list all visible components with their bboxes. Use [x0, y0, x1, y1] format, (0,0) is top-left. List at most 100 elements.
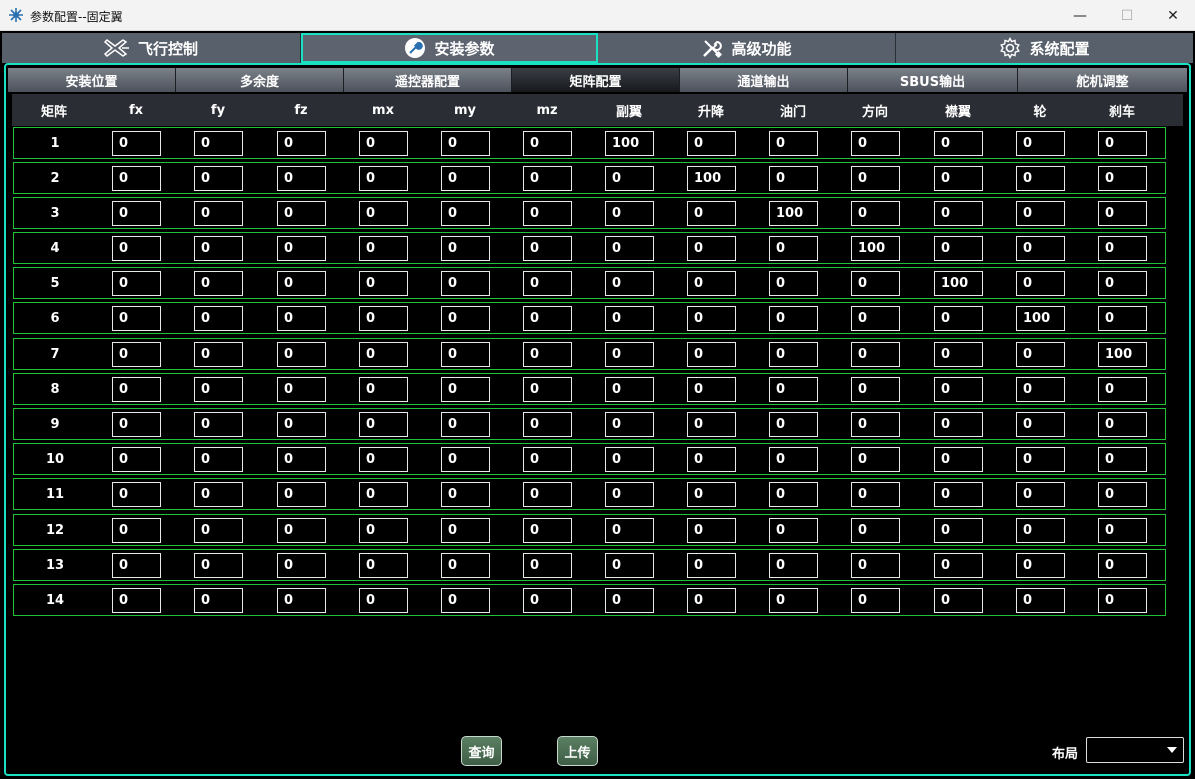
matrix-cell-input[interactable] — [605, 271, 654, 296]
matrix-cell-input[interactable] — [851, 588, 900, 613]
matrix-cell-input[interactable] — [769, 447, 818, 472]
matrix-cell-input[interactable] — [934, 131, 983, 156]
matrix-cell-input[interactable] — [441, 518, 490, 543]
layout-select[interactable] — [1086, 737, 1184, 763]
matrix-cell-input[interactable] — [523, 306, 572, 331]
matrix-cell-input[interactable] — [1098, 412, 1147, 437]
matrix-cell-input[interactable] — [441, 482, 490, 507]
matrix-cell-input[interactable] — [769, 306, 818, 331]
upload-button[interactable]: 上传 — [557, 736, 598, 766]
matrix-cell-input[interactable] — [769, 271, 818, 296]
subtab-servo-adjust[interactable]: 舵机调整 — [1018, 68, 1187, 92]
matrix-cell-input[interactable] — [605, 236, 654, 261]
matrix-cell-input[interactable] — [359, 412, 408, 437]
matrix-cell-input[interactable] — [523, 412, 572, 437]
subtab-install-position[interactable]: 安装位置 — [8, 68, 176, 92]
matrix-cell-input[interactable] — [523, 236, 572, 261]
matrix-cell-input[interactable] — [359, 447, 408, 472]
matrix-cell-input[interactable] — [934, 412, 983, 437]
matrix-cell-input[interactable] — [1098, 342, 1147, 367]
matrix-cell-input[interactable] — [605, 412, 654, 437]
matrix-cell-input[interactable] — [112, 342, 161, 367]
matrix-cell-input[interactable] — [687, 518, 736, 543]
matrix-cell-input[interactable] — [687, 271, 736, 296]
matrix-cell-input[interactable] — [1016, 271, 1065, 296]
matrix-cell-input[interactable] — [687, 412, 736, 437]
subtab-sbus-output[interactable]: SBUS输出 — [848, 68, 1018, 92]
matrix-cell-input[interactable] — [1016, 166, 1065, 191]
matrix-cell-input[interactable] — [934, 447, 983, 472]
matrix-cell-input[interactable] — [1016, 201, 1065, 226]
matrix-cell-input[interactable] — [769, 342, 818, 367]
matrix-cell-input[interactable] — [441, 377, 490, 402]
matrix-cell-input[interactable] — [194, 588, 243, 613]
matrix-cell-input[interactable] — [605, 588, 654, 613]
matrix-cell-input[interactable] — [769, 201, 818, 226]
matrix-cell-input[interactable] — [441, 236, 490, 261]
matrix-cell-input[interactable] — [605, 201, 654, 226]
matrix-cell-input[interactable] — [605, 377, 654, 402]
matrix-cell-input[interactable] — [934, 553, 983, 578]
matrix-cell-input[interactable] — [1098, 588, 1147, 613]
matrix-cell-input[interactable] — [359, 518, 408, 543]
matrix-cell-input[interactable] — [1016, 447, 1065, 472]
matrix-cell-input[interactable] — [277, 412, 326, 437]
matrix-cell-input[interactable] — [277, 482, 326, 507]
matrix-cell-input[interactable] — [194, 166, 243, 191]
matrix-cell-input[interactable] — [1098, 271, 1147, 296]
matrix-cell-input[interactable] — [112, 447, 161, 472]
tab-install-params[interactable]: 安装参数 — [301, 33, 598, 63]
close-button[interactable]: ✕ — [1150, 0, 1195, 31]
matrix-cell-input[interactable] — [851, 482, 900, 507]
matrix-cell-input[interactable] — [769, 236, 818, 261]
subtab-rc-config[interactable]: 遥控器配置 — [344, 68, 512, 92]
matrix-cell-input[interactable] — [769, 412, 818, 437]
matrix-cell-input[interactable] — [851, 236, 900, 261]
matrix-cell-input[interactable] — [359, 271, 408, 296]
matrix-cell-input[interactable] — [851, 271, 900, 296]
matrix-cell-input[interactable] — [851, 553, 900, 578]
query-button[interactable]: 查询 — [461, 736, 502, 766]
matrix-cell-input[interactable] — [112, 201, 161, 226]
matrix-cell-input[interactable] — [1098, 131, 1147, 156]
matrix-cell-input[interactable] — [112, 588, 161, 613]
matrix-cell-input[interactable] — [769, 553, 818, 578]
matrix-cell-input[interactable] — [769, 166, 818, 191]
matrix-cell-input[interactable] — [441, 588, 490, 613]
matrix-cell-input[interactable] — [851, 342, 900, 367]
matrix-cell-input[interactable] — [194, 377, 243, 402]
matrix-cell-input[interactable] — [1098, 236, 1147, 261]
matrix-cell-input[interactable] — [769, 482, 818, 507]
matrix-cell-input[interactable] — [277, 271, 326, 296]
matrix-cell-input[interactable] — [605, 166, 654, 191]
matrix-cell-input[interactable] — [934, 588, 983, 613]
matrix-cell-input[interactable] — [441, 447, 490, 472]
matrix-cell-input[interactable] — [934, 271, 983, 296]
subtab-matrix-config[interactable]: 矩阵配置 — [512, 68, 680, 92]
matrix-cell-input[interactable] — [277, 306, 326, 331]
matrix-cell-input[interactable] — [194, 201, 243, 226]
matrix-cell-input[interactable] — [1016, 131, 1065, 156]
matrix-cell-input[interactable] — [359, 306, 408, 331]
matrix-cell-input[interactable] — [1016, 342, 1065, 367]
matrix-cell-input[interactable] — [934, 482, 983, 507]
matrix-cell-input[interactable] — [359, 131, 408, 156]
matrix-cell-input[interactable] — [277, 342, 326, 367]
minimize-button[interactable]: — — [1057, 0, 1103, 31]
matrix-cell-input[interactable] — [194, 236, 243, 261]
matrix-cell-input[interactable] — [687, 377, 736, 402]
matrix-cell-input[interactable] — [1098, 166, 1147, 191]
matrix-cell-input[interactable] — [277, 447, 326, 472]
matrix-cell-input[interactable] — [934, 377, 983, 402]
matrix-cell-input[interactable] — [1098, 553, 1147, 578]
matrix-cell-input[interactable] — [851, 201, 900, 226]
matrix-cell-input[interactable] — [687, 306, 736, 331]
matrix-cell-input[interactable] — [277, 201, 326, 226]
matrix-cell-input[interactable] — [112, 306, 161, 331]
matrix-cell-input[interactable] — [112, 271, 161, 296]
matrix-cell-input[interactable] — [277, 131, 326, 156]
matrix-cell-input[interactable] — [112, 131, 161, 156]
matrix-cell-input[interactable] — [934, 201, 983, 226]
matrix-cell-input[interactable] — [523, 201, 572, 226]
matrix-cell-input[interactable] — [1016, 306, 1065, 331]
